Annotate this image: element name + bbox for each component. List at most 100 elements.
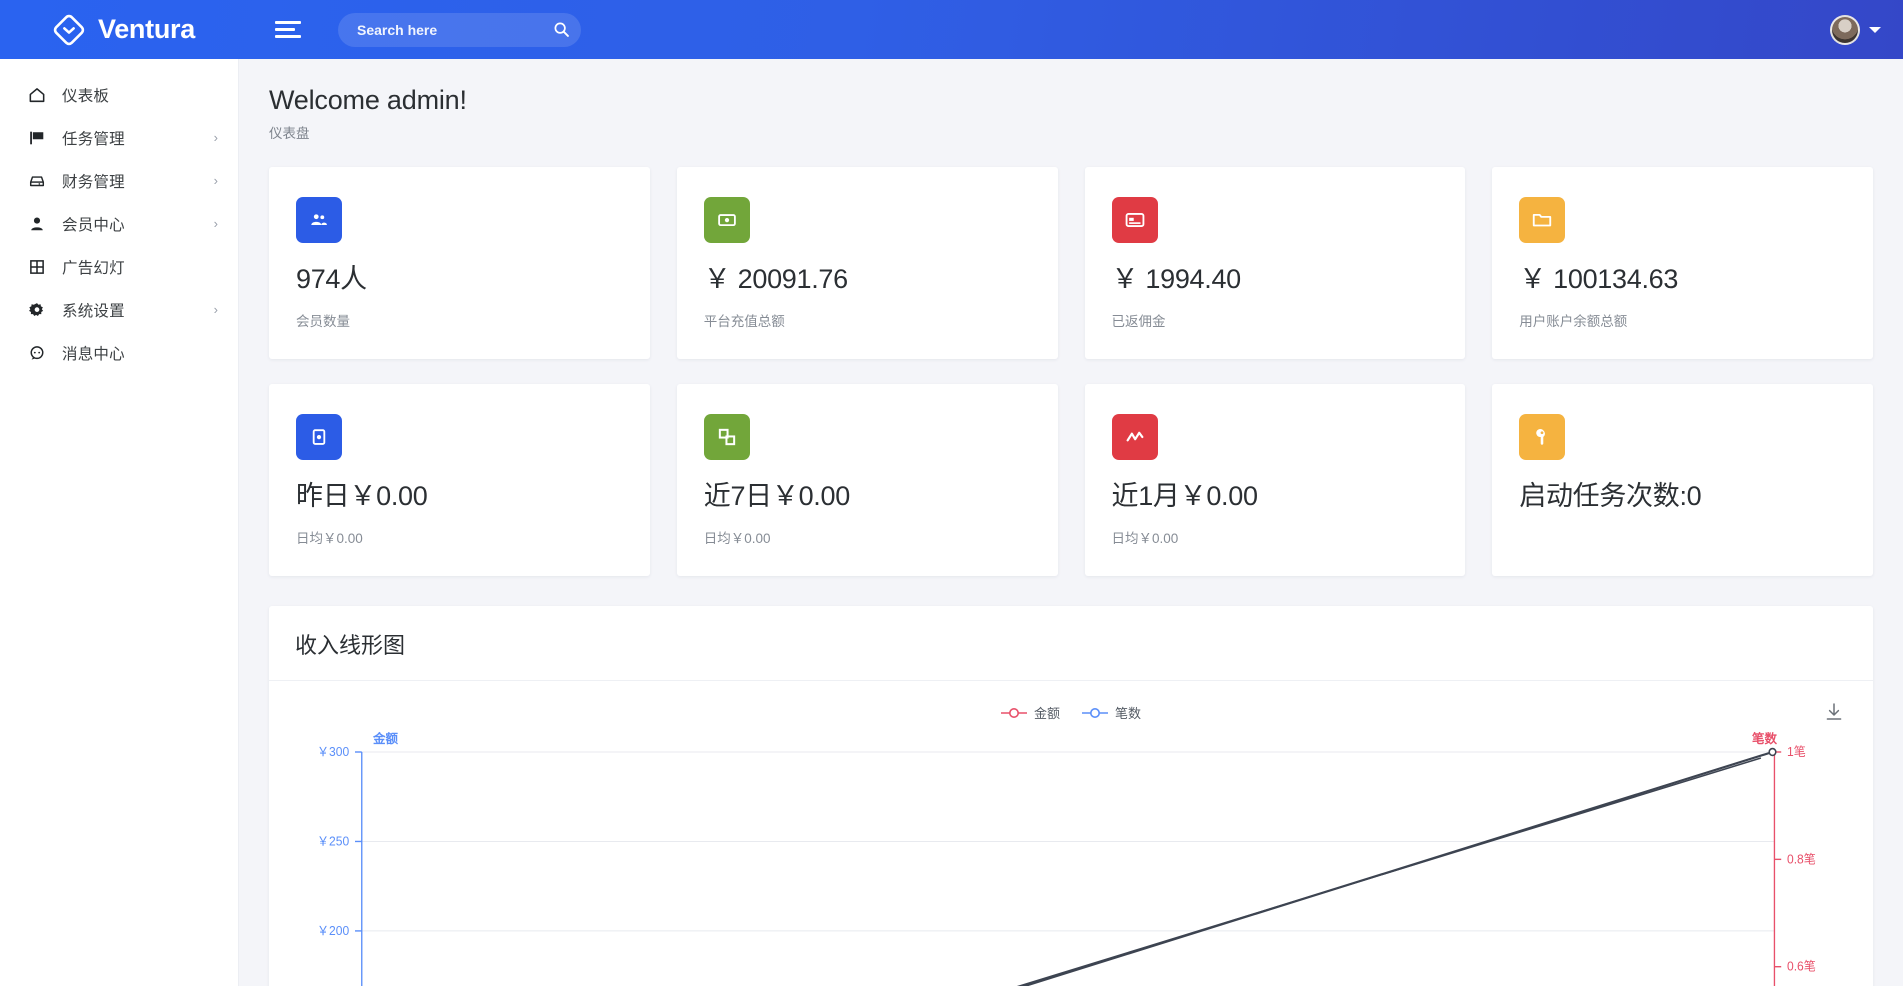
stat-card-last-1-month[interactable]: 近1月￥0.00 日均￥0.00 bbox=[1084, 384, 1466, 576]
inbox-icon bbox=[26, 172, 48, 190]
stat-cards-row-2: 昨日￥0.00 日均￥0.00 近7日￥0.00 日均￥0.00 近1月￥0.0… bbox=[239, 359, 1903, 576]
search-input[interactable] bbox=[357, 21, 553, 38]
gear-icon bbox=[26, 301, 48, 319]
sidebar: 仪表板 任务管理 › 财务管理 › 会员中心 › 广告幻灯 系统设置 › 消息中… bbox=[0, 59, 239, 986]
stat-card-value: 974人 bbox=[296, 264, 367, 294]
chart-canvas: ￥300￥250￥200￥150￥100 1笔0.8笔0.6笔0.4笔 bbox=[317, 744, 1816, 986]
chart-legend: 金额 笔数 bbox=[269, 695, 1873, 722]
stat-card-user-balance-total[interactable]: ￥ 100134.63 用户账户余额总额 bbox=[1492, 167, 1873, 359]
money-bill-icon bbox=[703, 197, 750, 243]
chart-body: 金额 笔数 金额 笔数 ￥300 ￥250 ￥200 1笔 0.8笔 0.6笔 bbox=[269, 681, 1873, 986]
panel-header: 收入线形图 bbox=[269, 606, 1873, 681]
stat-cards-row-1: 974人 会员数量 ￥ 20091.76 平台充值总额 ￥ 1994.40 已返… bbox=[239, 142, 1903, 359]
app-root: Ventura 仪表板 bbox=[0, 0, 1903, 986]
left-axis-tick-label: ￥200 bbox=[317, 924, 349, 938]
series-line-count bbox=[1021, 750, 1773, 986]
brand-name: Ventura bbox=[98, 14, 195, 44]
main-content-area: Welcome admin! 仪表盘 974人 会员数量 ￥ 20091.76 … bbox=[239, 59, 1903, 986]
sidebar-item-task-management[interactable]: 任务管理 › bbox=[0, 116, 238, 159]
page-header: Welcome admin! 仪表盘 bbox=[239, 59, 1903, 142]
sidebar-item-system-settings[interactable]: 系统设置 › bbox=[0, 288, 238, 331]
search-icon[interactable] bbox=[553, 21, 570, 38]
stat-card-total-recharge[interactable]: ￥ 20091.76 平台充值总额 bbox=[676, 167, 1058, 359]
right-axis-ticks: 1笔0.8笔0.6笔0.4笔 bbox=[1774, 744, 1816, 974]
chart-series bbox=[1016, 747, 1777, 986]
stat-card-label: 平台充值总额 bbox=[703, 314, 785, 330]
stat-card-yesterday[interactable]: 昨日￥0.00 日均￥0.00 bbox=[269, 384, 650, 576]
chat-dots-icon bbox=[26, 344, 48, 362]
legend-label: 笔数 bbox=[1115, 706, 1142, 721]
stat-card-value: 启动任务次数:0 bbox=[1519, 481, 1702, 511]
right-axis-title: 笔数 bbox=[1751, 732, 1777, 746]
chevron-right-icon: › bbox=[213, 130, 218, 145]
stat-card-value: 近1月￥0.00 bbox=[1111, 481, 1258, 511]
legend-item-amount[interactable]: 金额 bbox=[1000, 703, 1060, 722]
income-line-chart-panel: 收入线形图 金额 笔数 金额 笔数 ￥300 ￥250 ￥200 1笔 0.8笔… bbox=[269, 606, 1873, 986]
clone-icon bbox=[703, 414, 750, 460]
legend-item-count[interactable]: 笔数 bbox=[1082, 703, 1141, 722]
legend-marker-circle-icon bbox=[1000, 707, 1027, 719]
left-axis-tick-label: ￥250 bbox=[317, 834, 349, 848]
hamburger-icon[interactable] bbox=[275, 15, 305, 45]
stat-card-label: 用户账户余额总额 bbox=[1519, 314, 1628, 330]
chart-gridlines bbox=[361, 751, 1775, 932]
sidebar-item-label: 广告幻灯 bbox=[62, 259, 125, 277]
sidebar-item-label: 消息中心 bbox=[62, 345, 125, 363]
stat-card-label: 已返佣金 bbox=[1111, 314, 1166, 330]
top-navigation-bar: Ventura bbox=[0, 0, 1903, 59]
stat-card-label: 日均￥0.00 bbox=[1111, 531, 1179, 547]
legend-label: 金额 bbox=[1033, 706, 1060, 721]
stat-card-label: 会员数量 bbox=[296, 314, 350, 330]
sidebar-item-label: 系统设置 bbox=[62, 302, 125, 320]
avatar[interactable] bbox=[1830, 14, 1860, 45]
left-axis-ticks: ￥300￥250￥200￥150￥100 bbox=[317, 745, 362, 938]
chevron-right-icon: › bbox=[213, 216, 218, 231]
sidebar-item-ad-slideshow[interactable]: 广告幻灯 bbox=[0, 245, 238, 288]
left-axis-title: 金额 bbox=[373, 732, 399, 746]
stat-card-returned-commission[interactable]: ￥ 1994.40 已返佣金 bbox=[1084, 167, 1466, 359]
stat-card-task-start-count[interactable]: 启动任务次数:0 bbox=[1492, 384, 1873, 576]
legend-marker-circle-icon bbox=[1082, 707, 1108, 719]
topbar-user-menu[interactable] bbox=[1830, 14, 1903, 45]
chevron-right-icon: › bbox=[213, 173, 218, 188]
stat-card-value: ￥ 20091.76 bbox=[703, 264, 848, 294]
stat-card-value: 昨日￥0.00 bbox=[296, 481, 428, 511]
sidebar-item-label: 会员中心 bbox=[62, 216, 125, 234]
diamond-check-logo-icon bbox=[52, 13, 86, 47]
stat-card-last-7-days[interactable]: 近7日￥0.00 日均￥0.00 bbox=[676, 384, 1058, 576]
stat-card-value: 近7日￥0.00 bbox=[703, 481, 850, 511]
sidebar-item-label: 财务管理 bbox=[62, 173, 125, 191]
series-point bbox=[1768, 747, 1777, 757]
chevron-right-icon: › bbox=[213, 302, 218, 317]
right-axis-tick-label: 0.8笔 bbox=[1787, 851, 1816, 866]
chevron-down-icon[interactable] bbox=[1869, 26, 1881, 33]
sidebar-item-message-center[interactable]: 消息中心 bbox=[0, 331, 238, 374]
stat-card-value: ￥ 100134.63 bbox=[1519, 264, 1679, 294]
sidebar-item-finance-management[interactable]: 财务管理 › bbox=[0, 159, 238, 202]
breadcrumb: 仪表盘 bbox=[269, 126, 310, 141]
folder-icon bbox=[1519, 197, 1566, 243]
main-scroll-region[interactable]: Welcome admin! 仪表盘 974人 会员数量 ￥ 20091.76 … bbox=[239, 59, 1903, 986]
grid-icon bbox=[26, 258, 48, 276]
home-icon bbox=[26, 86, 48, 104]
stat-card-value: ￥ 1994.40 bbox=[1111, 264, 1242, 294]
download-icon[interactable] bbox=[1823, 701, 1845, 723]
right-axis-tick-label: 1笔 bbox=[1787, 744, 1806, 759]
sidebar-item-dashboard[interactable]: 仪表板 bbox=[0, 73, 238, 116]
brand-logo[interactable]: Ventura bbox=[0, 0, 239, 59]
users-icon bbox=[296, 197, 342, 243]
sidebar-item-member-center[interactable]: 会员中心 › bbox=[0, 202, 238, 245]
flag-icon bbox=[26, 129, 48, 147]
wrench-icon bbox=[1519, 414, 1566, 460]
sidebar-item-label: 仪表板 bbox=[62, 87, 110, 105]
credit-card-icon bbox=[1111, 197, 1158, 243]
sidebar-item-label: 任务管理 bbox=[62, 130, 125, 148]
search-box[interactable] bbox=[338, 12, 581, 47]
body-row: 仪表板 任务管理 › 财务管理 › 会员中心 › 广告幻灯 系统设置 › 消息中… bbox=[0, 59, 1903, 986]
right-axis-tick-label: 0.6笔 bbox=[1787, 958, 1816, 973]
stat-card-member-count[interactable]: 974人 会员数量 bbox=[269, 167, 650, 359]
stat-card-label: 日均￥0.00 bbox=[703, 531, 771, 547]
chart-line-icon bbox=[1111, 414, 1158, 460]
chart-plot-area: 金额 笔数 ￥300￥250￥200￥150￥100 1笔0.8笔0.6笔0.4… bbox=[269, 730, 1873, 986]
series-line-amount bbox=[1016, 757, 1762, 986]
